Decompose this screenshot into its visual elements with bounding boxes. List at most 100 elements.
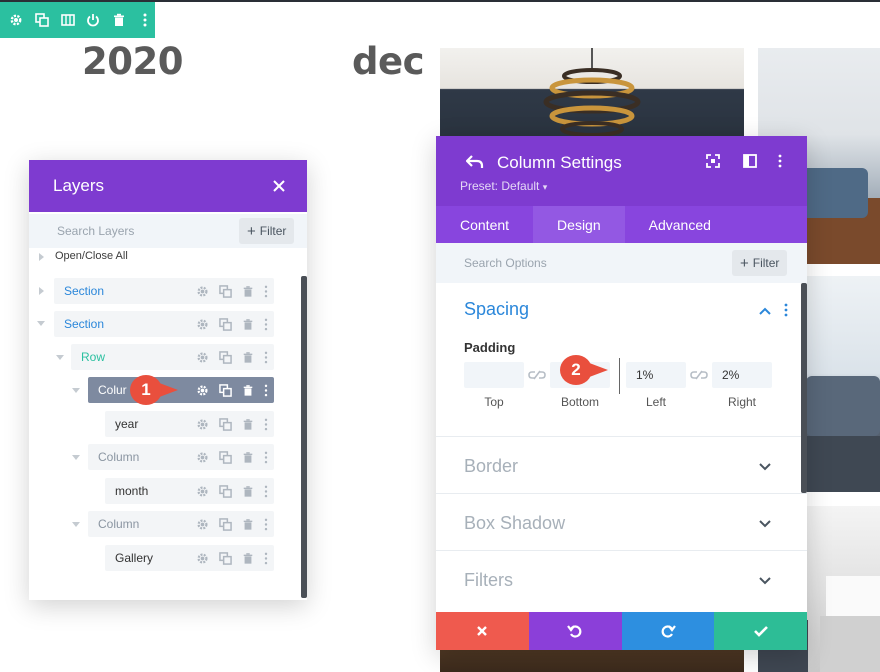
trash-icon[interactable]: [242, 351, 254, 364]
layer-label: Row: [81, 350, 106, 364]
layer-row-column[interactable]: Column: [88, 444, 274, 470]
duplicate-icon[interactable]: [219, 417, 232, 431]
duplicate-icon[interactable]: [219, 284, 232, 298]
collapse-arrow-icon[interactable]: [72, 455, 80, 460]
layer-row-module[interactable]: Gallery: [105, 545, 274, 571]
duplicate-icon[interactable]: [219, 551, 232, 565]
chevron-up-icon[interactable]: [758, 306, 772, 316]
gear-icon[interactable]: [196, 285, 209, 298]
save-button[interactable]: [714, 612, 807, 650]
gear-icon[interactable]: [196, 318, 209, 331]
layers-search-input[interactable]: Search Layers + Filter: [29, 214, 307, 248]
layer-row-actions: [196, 344, 268, 370]
split-view-icon[interactable]: [743, 154, 759, 170]
layers-search-placeholder: Search Layers: [57, 224, 135, 238]
more-icon[interactable]: [264, 351, 268, 364]
section-filters[interactable]: Filters: [464, 570, 513, 591]
section-border[interactable]: Border: [464, 456, 518, 477]
fullscreen-icon[interactable]: [706, 154, 722, 170]
more-icon[interactable]: [264, 418, 268, 431]
open-close-arrow-icon[interactable]: [39, 253, 44, 261]
collapse-arrow-icon[interactable]: [56, 355, 64, 360]
more-icon[interactable]: [264, 384, 268, 397]
trash-icon[interactable]: [242, 451, 254, 464]
duplicate-icon[interactable]: [219, 350, 232, 364]
trash-icon[interactable]: [242, 552, 254, 565]
layer-row-column[interactable]: Column: [88, 511, 274, 537]
back-arrow-icon[interactable]: [466, 155, 484, 169]
trash-icon[interactable]: [242, 418, 254, 431]
duplicate-icon[interactable]: [219, 450, 232, 464]
preset-dropdown[interactable]: Preset: Default ▾: [460, 179, 547, 193]
chevron-down-icon[interactable]: [758, 519, 772, 529]
more-icon[interactable]: [264, 485, 268, 498]
trash-icon[interactable]: [242, 318, 254, 331]
collapse-arrow-icon[interactable]: [72, 522, 80, 527]
gear-icon[interactable]: [6, 10, 26, 30]
more-icon[interactable]: [264, 451, 268, 464]
duplicate-icon[interactable]: [219, 517, 232, 531]
open-close-all-toggle[interactable]: Open/Close All: [55, 250, 128, 262]
layers-scrollbar[interactable]: [301, 276, 307, 598]
discard-button[interactable]: [436, 612, 529, 650]
more-icon[interactable]: [264, 285, 268, 298]
layer-label: Column: [98, 450, 140, 464]
layer-row-section[interactable]: Section: [54, 311, 274, 337]
duplicate-icon[interactable]: [219, 484, 232, 498]
padding-label: Padding: [464, 340, 516, 355]
tab-design[interactable]: Design: [533, 206, 625, 243]
gear-icon[interactable]: [196, 518, 209, 531]
undo-button[interactable]: [528, 612, 622, 650]
expand-arrow-icon[interactable]: [39, 287, 44, 295]
layer-label: Gallery: [115, 551, 154, 565]
collapse-arrow-icon[interactable]: [72, 388, 80, 393]
gear-icon[interactable]: [196, 552, 209, 565]
more-icon[interactable]: [778, 154, 794, 170]
more-icon[interactable]: [264, 518, 268, 531]
trash-icon[interactable]: [109, 10, 129, 30]
padding-left-input[interactable]: 1%: [626, 362, 686, 388]
collapse-arrow-icon[interactable]: [37, 321, 45, 326]
close-icon[interactable]: [273, 180, 285, 192]
duplicate-icon[interactable]: [219, 317, 232, 331]
layer-row-row[interactable]: Row: [71, 344, 274, 370]
trash-icon[interactable]: [242, 518, 254, 531]
padding-right-input[interactable]: 2%: [712, 362, 772, 388]
link-icon[interactable]: [690, 368, 708, 382]
redo-button[interactable]: [621, 612, 715, 650]
tab-content[interactable]: Content: [436, 206, 533, 243]
more-icon[interactable]: [135, 10, 155, 30]
layer-row-module[interactable]: year: [105, 411, 274, 437]
padding-top-input[interactable]: [464, 362, 524, 388]
gear-icon[interactable]: [196, 351, 209, 364]
section-box-shadow[interactable]: Box Shadow: [464, 513, 565, 534]
gear-icon[interactable]: [196, 485, 209, 498]
layers-filter-button[interactable]: + Filter: [239, 218, 295, 244]
trash-icon[interactable]: [242, 285, 254, 298]
gear-icon[interactable]: [196, 451, 209, 464]
options-search-input[interactable]: Search Options + Filter: [436, 243, 807, 283]
chevron-down-icon[interactable]: [758, 576, 772, 586]
duplicate-icon[interactable]: [219, 383, 232, 397]
caret-down-icon: ▾: [542, 182, 548, 192]
columns-icon[interactable]: [58, 10, 78, 30]
trash-icon[interactable]: [242, 485, 254, 498]
section-more-icon[interactable]: [784, 303, 788, 317]
gear-icon[interactable]: [196, 418, 209, 431]
settings-scrollbar[interactable]: [801, 283, 807, 493]
link-icon[interactable]: [528, 368, 546, 382]
more-icon[interactable]: [264, 318, 268, 331]
chevron-down-icon[interactable]: [758, 462, 772, 472]
month-text: dec: [352, 40, 425, 83]
layer-row-column-active[interactable]: Colur: [88, 377, 274, 403]
more-icon[interactable]: [264, 552, 268, 565]
layer-row-module[interactable]: month: [105, 478, 274, 504]
gear-icon[interactable]: [196, 384, 209, 397]
layer-row-section[interactable]: Section: [54, 278, 274, 304]
trash-icon[interactable]: [242, 384, 254, 397]
section-spacing[interactable]: Spacing: [464, 299, 529, 320]
options-filter-button[interactable]: + Filter: [732, 250, 788, 276]
duplicate-icon[interactable]: [32, 10, 52, 30]
power-icon[interactable]: [83, 10, 103, 30]
tab-advanced[interactable]: Advanced: [625, 206, 735, 243]
